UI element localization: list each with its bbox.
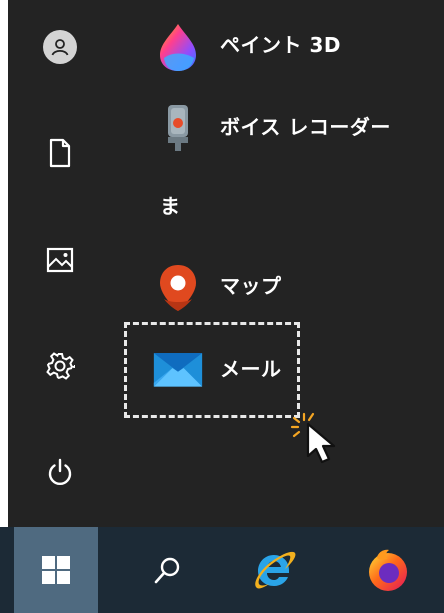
app-label-voice-recorder: ボイス レコーダー xyxy=(220,115,391,139)
app-list: ペイント 3D ボイス レコーダー ま マップ メール xyxy=(108,0,444,527)
paint-3d-icon xyxy=(152,21,204,73)
taskbar xyxy=(0,527,444,613)
search-icon xyxy=(154,557,180,584)
document-icon xyxy=(49,138,71,168)
app-label-paint-3d: ペイント 3D xyxy=(220,33,341,57)
search-button[interactable] xyxy=(126,527,210,613)
firefox-button[interactable] xyxy=(346,527,430,613)
mouse-cursor-icon xyxy=(290,412,336,464)
user-icon xyxy=(43,30,77,64)
firefox-icon xyxy=(369,549,407,591)
documents-button[interactable] xyxy=(34,127,86,179)
start-menu: ペイント 3D ボイス レコーダー ま マップ メール xyxy=(8,0,444,527)
app-item-maps[interactable]: マップ xyxy=(108,253,444,319)
microphone-icon xyxy=(152,103,204,155)
power-icon xyxy=(48,458,72,486)
app-item-paint-3d[interactable]: ペイント 3D xyxy=(108,12,444,78)
start-button[interactable] xyxy=(14,527,98,613)
pictures-button[interactable] xyxy=(34,234,86,286)
internet-explorer-button[interactable] xyxy=(232,527,316,613)
start-menu-rail xyxy=(8,0,108,527)
app-label-maps: マップ xyxy=(220,274,282,298)
pictures-icon xyxy=(46,247,74,273)
app-item-voice-recorder[interactable]: ボイス レコーダー xyxy=(108,94,444,160)
account-button[interactable] xyxy=(34,21,86,73)
mail-highlight-box xyxy=(124,322,300,418)
internet-explorer-icon xyxy=(255,551,296,589)
settings-gear-icon xyxy=(46,352,75,380)
group-header-ma[interactable]: ま xyxy=(160,190,180,219)
windows-start-icon xyxy=(42,556,70,584)
map-pin-icon xyxy=(152,262,204,314)
settings-button[interactable] xyxy=(34,340,86,392)
power-button[interactable] xyxy=(34,446,86,498)
